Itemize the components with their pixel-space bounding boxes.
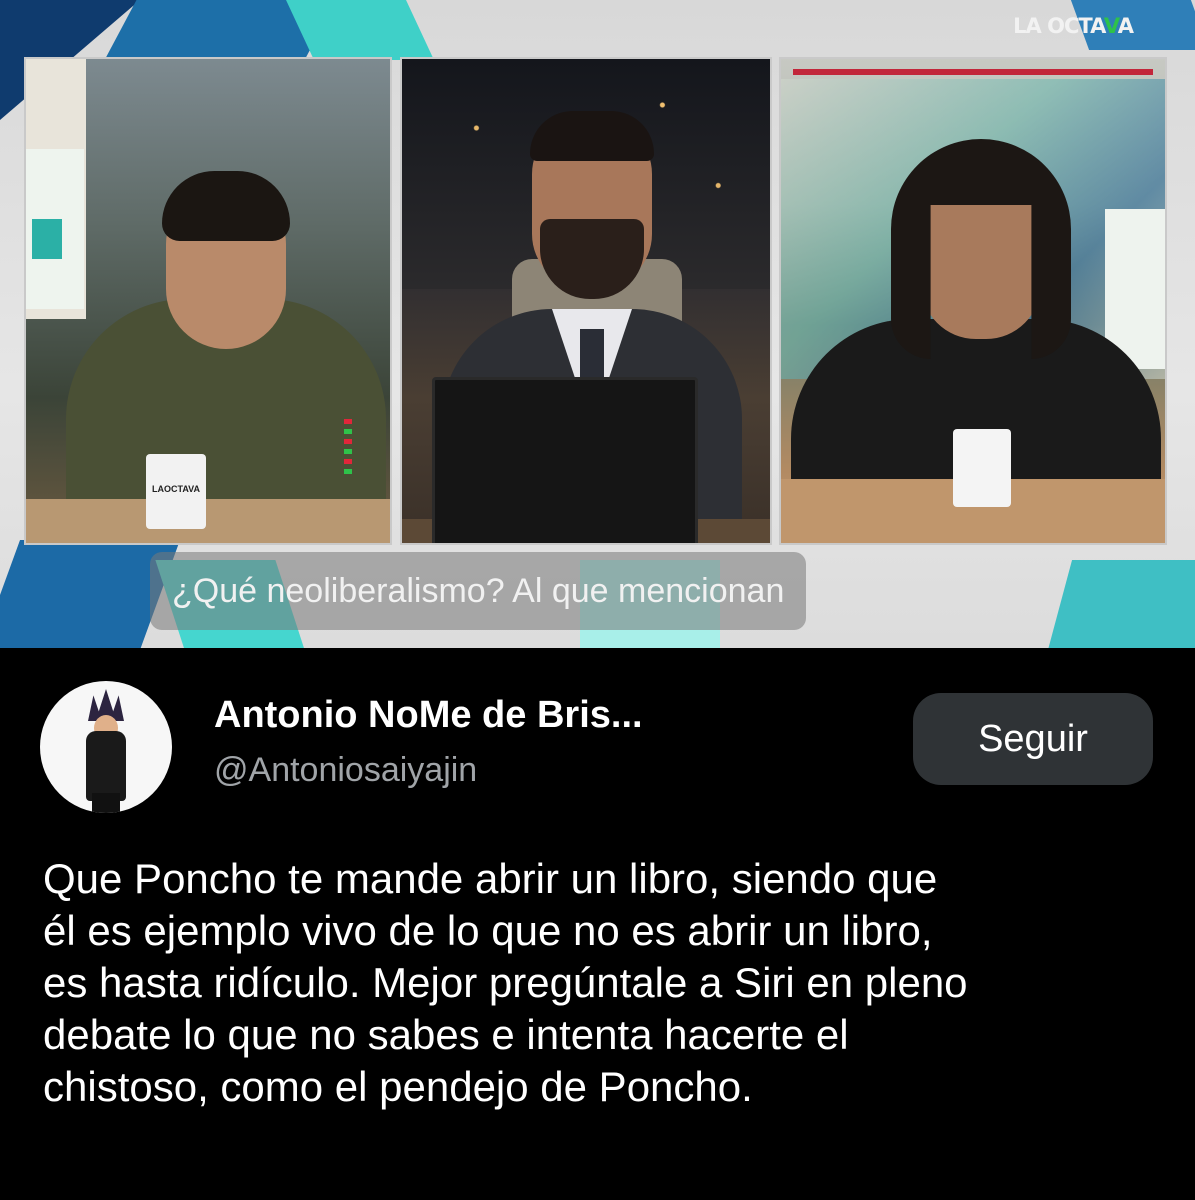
mug-label: LAOCTAVA: [152, 484, 200, 494]
channel-logo-suffix: A: [1117, 14, 1134, 38]
avatar-suit: [86, 731, 126, 801]
laptop: [432, 377, 698, 543]
channel-logo-prefix: LA OCTA: [1013, 14, 1105, 38]
background-shape: [1047, 560, 1195, 648]
video-caption: ¿Qué neoliberalismo? Al que mencionan: [150, 552, 807, 630]
user-handle[interactable]: @Antoniosaiyajin: [214, 751, 477, 790]
tweet-card: Antonio NoMe de Bris... @Antoniosaiyajin…: [0, 648, 1195, 1200]
person-center-hair: [530, 111, 654, 161]
tweet-text: Que Poncho te mande abrir un libro, sien…: [43, 853, 1163, 1113]
avatar[interactable]: [40, 681, 172, 813]
tweet-text-line: es hasta ridículo. Mejor pregúntale a Si…: [43, 959, 968, 1006]
tweet-text-line: Que Poncho te mande abrir un libro, sien…: [43, 855, 938, 902]
follow-button[interactable]: Seguir: [913, 693, 1153, 785]
tweet-text-line: él es ejemplo vivo de lo que no es abrir…: [43, 907, 933, 954]
mug: [953, 429, 1011, 507]
video-panel-left: LAOCTAVA: [24, 57, 392, 545]
avatar-legs: [92, 793, 120, 813]
video-frame[interactable]: LA OCTAVA LAOCTAVA ¿Qué neoliberalismo? …: [0, 0, 1195, 648]
video-panel-center: [400, 57, 772, 545]
channel-logo: LA OCTAVA: [1013, 14, 1134, 38]
tweet-text-line: chistoso, como el pendejo de Poncho.: [43, 1063, 753, 1110]
display-name[interactable]: Antonio NoMe de Bris...: [214, 694, 643, 737]
channel-logo-accent: V: [1103, 14, 1119, 38]
person-left-hair: [162, 171, 290, 241]
indicator-lights: [344, 419, 352, 479]
mug: LAOCTAVA: [146, 454, 206, 529]
video-panel-right: [779, 57, 1167, 545]
red-accent-bar: [793, 69, 1153, 75]
desk: [26, 499, 390, 543]
tweet-text-line: debate lo que no sabes e intenta hacerte…: [43, 1011, 849, 1058]
studio-sign: [26, 149, 84, 309]
